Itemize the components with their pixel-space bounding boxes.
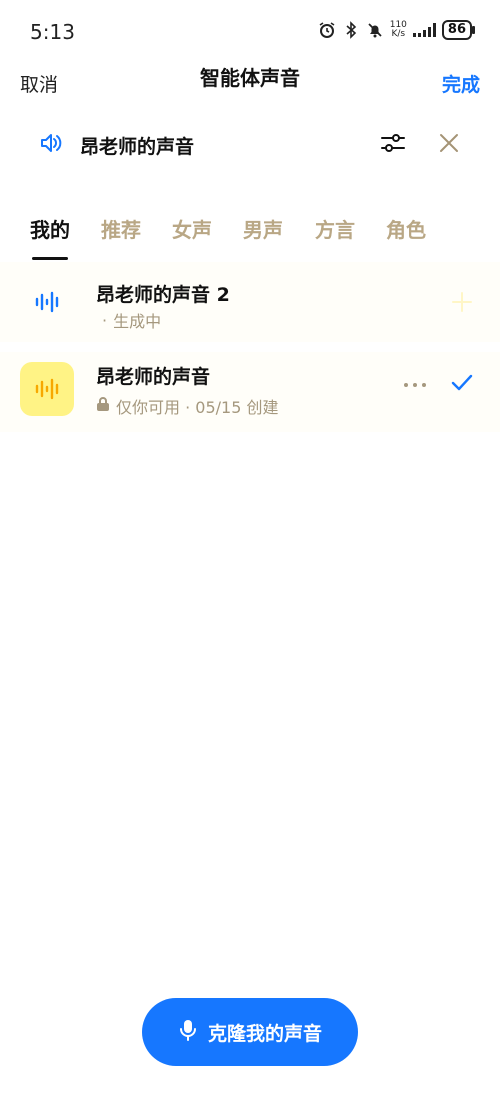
add-icon[interactable]	[448, 288, 476, 320]
status-bar: 5:13 110 K/s 86	[0, 0, 500, 62]
cancel-button[interactable]: 取消	[20, 70, 58, 97]
more-options-icon[interactable]	[402, 376, 428, 395]
list-item[interactable]: 昂老师的声音 仅你可用 · 05/15 创建	[0, 352, 500, 432]
clone-voice-button[interactable]: 克隆我的声音	[142, 998, 358, 1066]
tab-character[interactable]: 角色	[386, 214, 426, 243]
top-bar: 取消 智能体声音 完成	[0, 58, 500, 106]
bluetooth-icon	[342, 21, 360, 39]
tab-dialect[interactable]: 方言	[315, 214, 355, 243]
waveform-icon	[20, 362, 74, 416]
tab-mine[interactable]: 我的	[30, 214, 70, 243]
current-voice-bar: 昂老师的声音	[0, 120, 500, 168]
speaker-icon[interactable]	[38, 130, 64, 156]
voice-name: 昂老师的声音	[96, 366, 211, 388]
signal-icon	[412, 23, 436, 37]
voice-status: · 生成中	[102, 310, 162, 332]
status-time: 5:13	[30, 20, 75, 44]
sliders-icon[interactable]	[378, 128, 408, 158]
page-title: 智能体声音	[200, 66, 300, 90]
checkmark-icon[interactable]	[448, 368, 476, 400]
battery-indicator: 86	[441, 20, 476, 40]
clone-voice-label: 克隆我的声音	[207, 1022, 322, 1045]
microphone-icon	[178, 1018, 198, 1047]
current-voice-name: 昂老师的声音	[80, 136, 195, 158]
active-tab-indicator	[32, 257, 68, 260]
tab-recommended[interactable]: 推荐	[101, 214, 141, 243]
category-tabs: 我的 推荐 女声 男声 方言 角色	[0, 210, 500, 264]
tab-female[interactable]: 女声	[172, 214, 212, 243]
voice-meta: 仅你可用 · 05/15 创建	[96, 394, 278, 418]
waveform-icon	[20, 275, 74, 329]
mute-bell-icon	[366, 21, 384, 39]
voice-name: 昂老师的声音 2	[96, 284, 230, 306]
dot-separator: ·	[102, 310, 108, 330]
list-item[interactable]: 昂老师的声音 2 · 生成中	[0, 262, 500, 342]
alarm-icon	[318, 21, 336, 39]
lock-icon	[96, 396, 110, 416]
network-speed: 110 K/s	[389, 20, 407, 39]
tab-male[interactable]: 男声	[243, 214, 283, 243]
status-icons: 110 K/s 86	[318, 20, 476, 40]
done-button[interactable]: 完成	[442, 70, 480, 97]
close-icon[interactable]	[434, 128, 464, 158]
